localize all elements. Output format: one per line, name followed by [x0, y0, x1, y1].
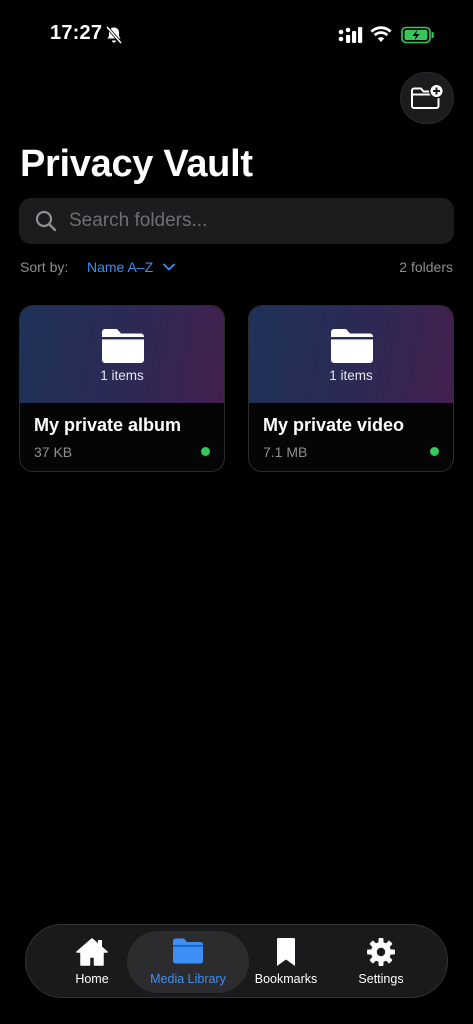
gear-icon — [367, 938, 395, 966]
tab-home[interactable]: Home — [46, 931, 138, 993]
sort-row: Sort by: Name A–Z 2 folders — [20, 258, 453, 278]
folder-size: 37 KB — [34, 444, 73, 460]
folder-name: My private album — [34, 415, 182, 435]
tab-bookmarks[interactable]: Bookmarks — [240, 931, 332, 993]
tab-label: Home — [75, 972, 109, 986]
battery-charging-icon — [401, 26, 434, 44]
bookmark-icon — [277, 938, 295, 966]
status-dot — [430, 447, 439, 456]
sort-label: Sort by: — [20, 259, 69, 275]
search-input[interactable] — [69, 210, 429, 232]
folder-card[interactable]: 1 items My private album 37 KB — [19, 305, 225, 472]
tab-bar: Home Media Library Bookmarks Settings — [25, 924, 448, 998]
search-bar[interactable] — [19, 198, 454, 244]
folder-icon — [102, 329, 144, 363]
status-time: 17:27 — [50, 22, 103, 44]
folder-name: My private video — [263, 415, 405, 435]
item-count: 1 items — [329, 368, 373, 383]
status-bar: 17:27 — [0, 0, 473, 64]
tab-settings[interactable]: Settings — [335, 931, 427, 993]
folder-icon — [331, 329, 373, 363]
folder-thumbnail: 1 items — [249, 306, 453, 403]
tab-label: Media Library — [150, 972, 226, 986]
folder-plus-icon — [411, 83, 445, 109]
item-count: 1 items — [100, 368, 144, 383]
sort-dropdown[interactable]: Name A–Z — [87, 259, 176, 275]
folder-count: 2 folders — [399, 259, 453, 275]
folder-icon — [173, 938, 203, 964]
tab-media-library[interactable]: Media Library — [127, 931, 249, 993]
sort-value: Name A–Z — [87, 259, 154, 275]
folder-size: 7.1 MB — [263, 444, 308, 460]
bell-off-icon — [105, 26, 123, 44]
home-icon — [76, 938, 108, 966]
add-folder-button[interactable] — [400, 72, 454, 124]
wifi-icon — [370, 26, 392, 42]
search-icon — [35, 210, 57, 232]
chevron-down-icon — [163, 263, 176, 271]
folder-thumbnail: 1 items — [20, 306, 224, 403]
page-title: Privacy Vault — [20, 143, 253, 185]
folder-card[interactable]: 1 items My private video 7.1 MB — [248, 305, 454, 472]
status-dot — [201, 447, 210, 456]
tab-label: Settings — [358, 972, 404, 986]
signal-icon — [338, 27, 363, 43]
tab-label: Bookmarks — [254, 972, 318, 986]
